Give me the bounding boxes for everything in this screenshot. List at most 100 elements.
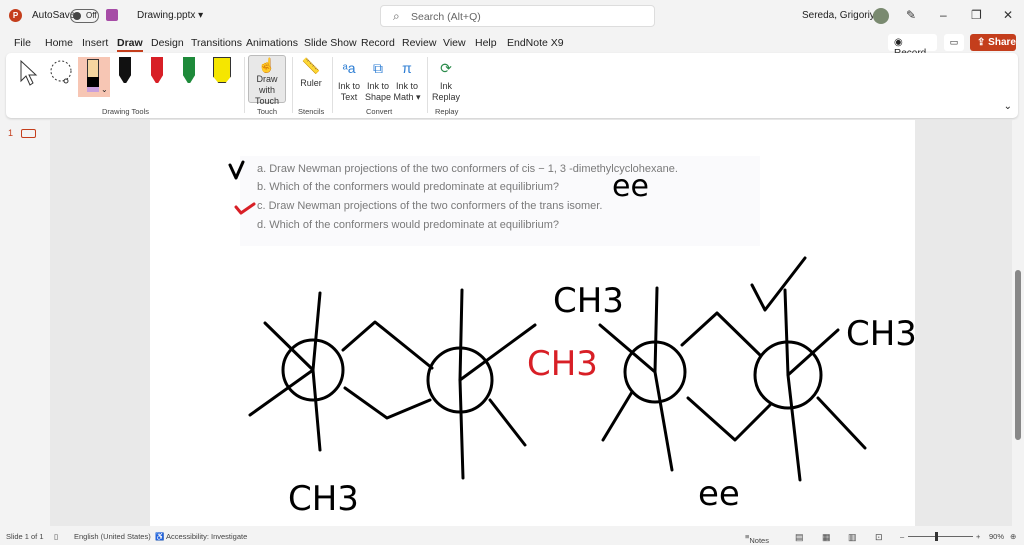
slide-count: Slide 1 of 1 [6,532,44,541]
accessibility-status[interactable]: Accessibility: Investigate [166,532,247,541]
slide[interactable]: a. Draw Newman projections of the two co… [150,120,915,526]
label-line: Math ▾ [393,92,421,102]
tab-record[interactable]: Record [361,37,395,49]
ruler-button[interactable]: 📏 Ruler [296,56,326,89]
draw-with-touch-button[interactable]: ☝ Draw with Touch [248,55,286,106]
tab-insert[interactable]: Insert [82,37,108,49]
document-name[interactable]: Drawing.pptx ▾ [137,10,203,21]
comments-button[interactable]: ▭ [944,34,964,51]
tab-home[interactable]: Home [45,37,73,49]
zoom-out-button[interactable]: – [900,532,904,541]
newman-projection-1 [248,291,434,452]
record-button[interactable]: ◉ Record [888,34,937,59]
ink-replay-button[interactable]: ⟳ Ink Replay [431,56,461,103]
save-icon[interactable] [106,9,118,21]
label-line: Ink to [366,81,389,91]
label-line: Text [340,92,358,102]
share-button[interactable]: ⇪ Share [970,34,1016,51]
zoom-level[interactable]: 90% [989,532,1004,541]
group-touch: Touch [257,107,278,116]
close-icon[interactable]: ✕ [1003,8,1013,22]
tab-endnote[interactable]: EndNote X9 [507,37,564,49]
scrollbar-thumb[interactable] [1015,270,1021,440]
touch-hand-icon: ☝ [258,57,276,73]
slide-canvas: a. Draw Newman projections of the two co… [50,120,1012,526]
vertical-scrollbar[interactable] [1013,120,1024,526]
status-bar: Slide 1 of 1 ▯ English (United States) ♿… [0,528,1024,545]
ruler-icon: 📏 [301,58,321,75]
group-convert: Convert [366,107,393,116]
zoom-slider[interactable] [908,532,973,541]
restore-icon[interactable]: ❐ [971,8,982,22]
slide-thumbnail-pane: 1 [0,120,50,526]
tab-design[interactable]: Design [151,37,184,49]
avatar[interactable] [873,8,889,24]
tab-help[interactable]: Help [475,37,497,49]
user-name[interactable]: Sereda, Grigoriy A [802,10,884,21]
label-line: Draw with [256,74,278,95]
reading-view-icon[interactable]: ▥ [848,532,857,543]
collapse-ribbon-icon[interactable]: ⌄ [1004,101,1012,112]
autosave-label: AutoSave [32,10,76,21]
green-pen-icon[interactable] [183,57,195,83]
label-line: Ruler [300,78,322,88]
tab-animations[interactable]: Animations [246,37,298,49]
ribbon-tabs: File Home Insert Draw Design Transitions… [0,34,1024,52]
ink-label-ee-bottom: ee [698,474,740,514]
ink-to-shape-button[interactable]: ⧉ Ink to Shape [364,56,392,103]
ink-to-text-button[interactable]: ᵃa Ink to Text [336,56,362,103]
ink-to-shape-icon: ⧉ [373,60,383,76]
slide-number: 1 [8,128,14,138]
tab-slide-show[interactable]: Slide Show [304,37,357,49]
ink-to-text-icon: ᵃa [342,60,356,76]
highlighter-icon[interactable] [213,57,231,83]
autosave-toggle[interactable]: Off [70,9,99,23]
slideshow-icon[interactable]: ⊡ [875,532,883,543]
slide-sorter-icon[interactable]: ▦ [822,532,831,543]
ink-to-math-button[interactable]: π Ink to Math ▾ [393,56,421,103]
label-line: Replay [431,92,460,102]
pen-icon[interactable]: ✎ [906,8,916,22]
select-arrow-icon[interactable] [18,59,40,87]
zoom-slider-thumb[interactable] [935,532,938,541]
tab-review[interactable]: Review [402,37,436,49]
zoom-in-button[interactable]: + [976,532,980,541]
tab-transitions[interactable]: Transitions [191,37,242,49]
tab-file[interactable]: File [14,37,31,49]
notes-button[interactable]: ≡ Notes [745,532,769,545]
newman-projection-2 [426,288,537,480]
accessibility-icon: ♿ [155,532,165,541]
ink-label-ch3-red: CH3 [527,344,598,384]
ink-label-ch3-right: CH3 [846,314,915,354]
group-stencils: Stencils [298,107,325,116]
black-pen-icon[interactable] [119,57,131,83]
lasso-select-icon[interactable] [48,59,78,89]
share-label: Share [988,37,1016,48]
label-line: Touch [254,96,280,106]
red-pen-icon[interactable] [151,57,163,83]
chevron-down-icon[interactable]: ⌄ [101,85,108,94]
slide-thumbnail[interactable] [21,129,36,138]
ink-drawing: CH3 CH3 CH3 CH3 ee ee [228,160,915,519]
tab-view[interactable]: View [443,37,466,49]
label-line: Ink to [337,81,360,91]
minimize-icon[interactable]: – [940,8,947,22]
label-line: Shape [364,92,392,102]
normal-view-icon[interactable]: ▤ [795,532,804,543]
fit-to-window-icon[interactable]: ⊕ [1010,532,1016,541]
label-line: Ink [439,81,452,91]
search-icon: ⌕ [393,9,400,23]
pencil-tool-selected[interactable]: ⌄ [78,57,110,97]
group-drawing-tools: Drawing Tools [102,107,149,116]
ink-label-ch3: CH3 [553,281,624,321]
newman-projection-3 [598,286,772,472]
language[interactable]: English (United States) [74,532,151,541]
ink-to-math-icon: π [402,60,412,76]
title-bar: P AutoSave Off Drawing.pptx ▾ ⌕ Search (A… [0,0,1024,32]
ribbon: ⌄ Drawing Tools ☝ Draw with Touch Touch 📏… [6,53,1018,118]
tab-draw[interactable]: Draw [117,37,143,52]
search-box[interactable]: ⌕ Search (Alt+Q) [380,5,655,27]
spellcheck-icon[interactable]: ▯ [54,532,58,541]
ink-label-ch3-bottom: CH3 [288,479,359,519]
label-line: Ink to [395,81,418,91]
